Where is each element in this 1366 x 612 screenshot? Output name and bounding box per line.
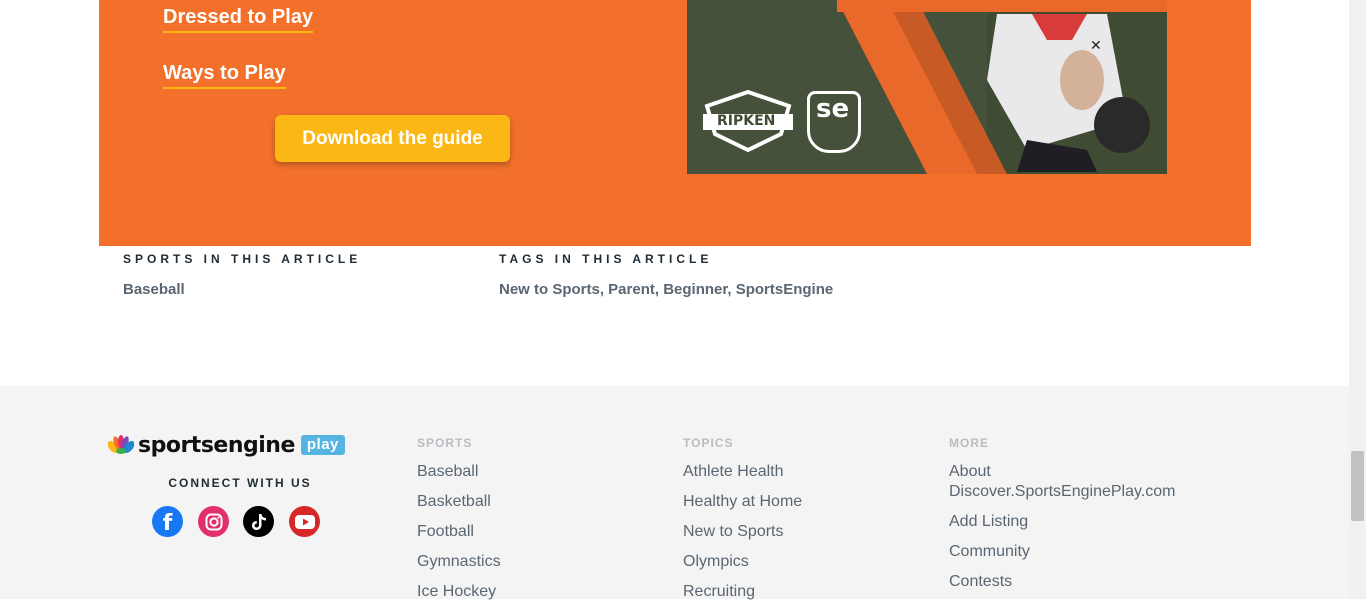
footer-link-basketball[interactable]: Basketball xyxy=(417,492,657,512)
footer-link-football[interactable]: Football xyxy=(417,522,657,542)
footer-link-baseball[interactable]: Baseball xyxy=(417,462,657,482)
article-tags[interactable]: New to Sports, Parent, Beginner, SportsE… xyxy=(499,281,833,298)
footer-link-community[interactable]: Community xyxy=(949,542,1189,562)
facebook-icon[interactable]: f xyxy=(152,506,183,537)
instagram-icon[interactable] xyxy=(198,506,229,537)
sportsengine-shield-logo: se xyxy=(807,91,861,153)
footer-link-contests[interactable]: Contests xyxy=(949,572,1189,592)
svg-text:✕: ✕ xyxy=(1090,38,1102,54)
footer-link-healthy-at-home[interactable]: Healthy at Home xyxy=(683,492,923,512)
nbc-peacock-icon xyxy=(108,435,134,454)
footer-more-heading: MORE xyxy=(949,436,989,450)
promo-banner: Dressed to Play Ways to Play Download th… xyxy=(99,0,1251,246)
tags-in-article-heading: TAGS IN THIS ARTICLE xyxy=(499,252,713,266)
footer-link-about[interactable]: About Discover.SportsEnginePlay.com xyxy=(949,462,1199,502)
tiktok-icon[interactable] xyxy=(243,506,274,537)
sports-in-article-heading: SPORTS IN THIS ARTICLE xyxy=(123,252,362,266)
connect-with-us-label: CONNECT WITH US xyxy=(168,476,312,490)
dressed-to-play-link[interactable]: Dressed to Play xyxy=(163,5,314,33)
footer-topics-heading: TOPICS xyxy=(683,436,734,450)
footer-link-olympics[interactable]: Olympics xyxy=(683,552,923,572)
sportsengine-play-logo[interactable]: sportsengine play xyxy=(108,432,372,458)
download-guide-button[interactable]: Download the guide xyxy=(275,115,510,162)
footer-topics-list: Athlete Health Healthy at Home New to Sp… xyxy=(683,462,923,612)
footer-link-recruiting[interactable]: Recruiting xyxy=(683,582,923,602)
footer-link-gymnastics[interactable]: Gymnastics xyxy=(417,552,657,572)
footer-link-add-listing[interactable]: Add Listing xyxy=(949,512,1189,532)
footer-link-new-to-sports[interactable]: New to Sports xyxy=(683,522,923,542)
footer-sports-heading: SPORTS xyxy=(417,436,473,450)
promo-image: ✕ RIPKEN se xyxy=(687,0,1167,174)
sport-link-baseball[interactable]: Baseball xyxy=(123,281,185,298)
ways-to-play-link[interactable]: Ways to Play xyxy=(163,61,286,89)
footer-more-list: About Discover.SportsEnginePlay.com Add … xyxy=(949,462,1199,602)
logo-play-badge: play xyxy=(300,435,345,455)
footer-sports-list: Baseball Basketball Football Gymnastics … xyxy=(417,462,657,612)
footer-link-ice-hockey[interactable]: Ice Hockey xyxy=(417,582,657,602)
scrollbar-thumb[interactable] xyxy=(1351,451,1364,521)
logo-wordmark: sportsengine xyxy=(138,432,295,458)
footer-link-athlete-health[interactable]: Athlete Health xyxy=(683,462,923,482)
youtube-icon[interactable] xyxy=(289,506,320,537)
ripken-baseball-logo: RIPKEN xyxy=(701,90,795,152)
